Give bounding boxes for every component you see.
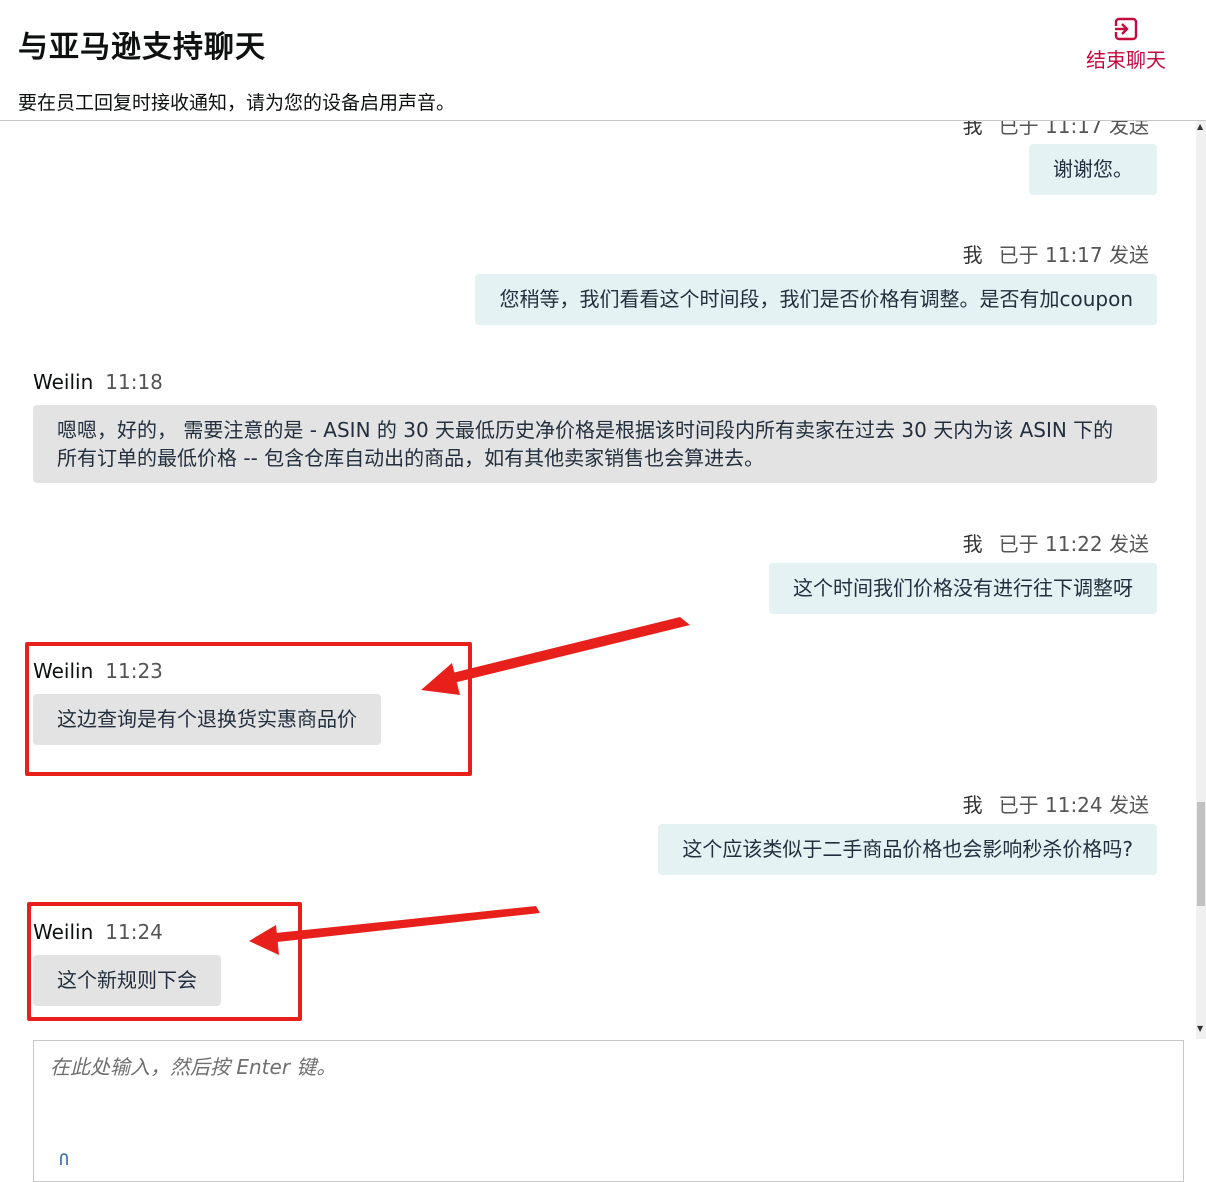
page-title: 与亚马逊支持聊天 <box>18 30 266 65</box>
annotation-highlight-box <box>27 902 302 1021</box>
message-meta: 我已于 11:17 发送 <box>963 121 1149 139</box>
message-status: 已于 11:24 发送 <box>998 793 1149 817</box>
message-bubble-me: 谢谢您。 <box>1029 144 1157 195</box>
sender-name: 我 <box>962 243 983 267</box>
message-input-box <box>33 1040 1184 1182</box>
message-meta: Weilin 11:18 <box>33 370 163 394</box>
exit-icon <box>1114 17 1138 41</box>
message-status: 已于 11:17 发送 <box>998 121 1149 138</box>
end-chat-label: 结束聊天 <box>1086 48 1166 72</box>
message-bubble-me: 这个应该类似于二手商品价格也会影响秒杀价格吗? <box>658 824 1157 875</box>
scroll-up-arrow-icon[interactable]: ▲ <box>1197 122 1203 132</box>
attachment-icon[interactable] <box>58 1153 70 1165</box>
message-meta: 我已于 11:24 发送 <box>963 789 1149 818</box>
message-status: 已于 11:17 发送 <box>998 243 1149 267</box>
sender-name: 我 <box>962 121 983 138</box>
message-time: 11:18 <box>105 370 163 394</box>
sender-name: 我 <box>962 532 983 556</box>
message-input[interactable] <box>48 1049 1162 1143</box>
sender-name: 我 <box>962 793 983 817</box>
scroll-down-arrow-icon[interactable]: ▼ <box>1197 1024 1203 1034</box>
message-meta: 我已于 11:22 发送 <box>963 528 1149 557</box>
scrollbar-thumb[interactable] <box>1197 802 1205 906</box>
chat-header: 与亚马逊支持聊天 要在员工回复时接收通知，请为您的设备启用声音。 结束聊天 <box>0 0 1206 121</box>
sender-name: Weilin <box>33 370 94 394</box>
end-chat-button[interactable]: 结束聊天 <box>1078 16 1174 73</box>
message-bubble-me: 您稍等，我们看看这个时间段，我们是否价格有调整。是否有加coupon <box>475 274 1157 325</box>
sound-notice: 要在员工回复时接收通知，请为您的设备启用声音。 <box>18 92 456 114</box>
annotation-highlight-box <box>25 642 472 776</box>
message-meta: 我已于 11:17 发送 <box>963 239 1149 268</box>
message-status: 已于 11:22 发送 <box>998 532 1149 556</box>
message-bubble-agent: 嗯嗯，好的， 需要注意的是 - ASIN 的 30 天最低历史净价格是根据该时间… <box>33 405 1157 483</box>
message-bubble-me: 这个时间我们价格没有进行往下调整呀 <box>769 563 1157 614</box>
